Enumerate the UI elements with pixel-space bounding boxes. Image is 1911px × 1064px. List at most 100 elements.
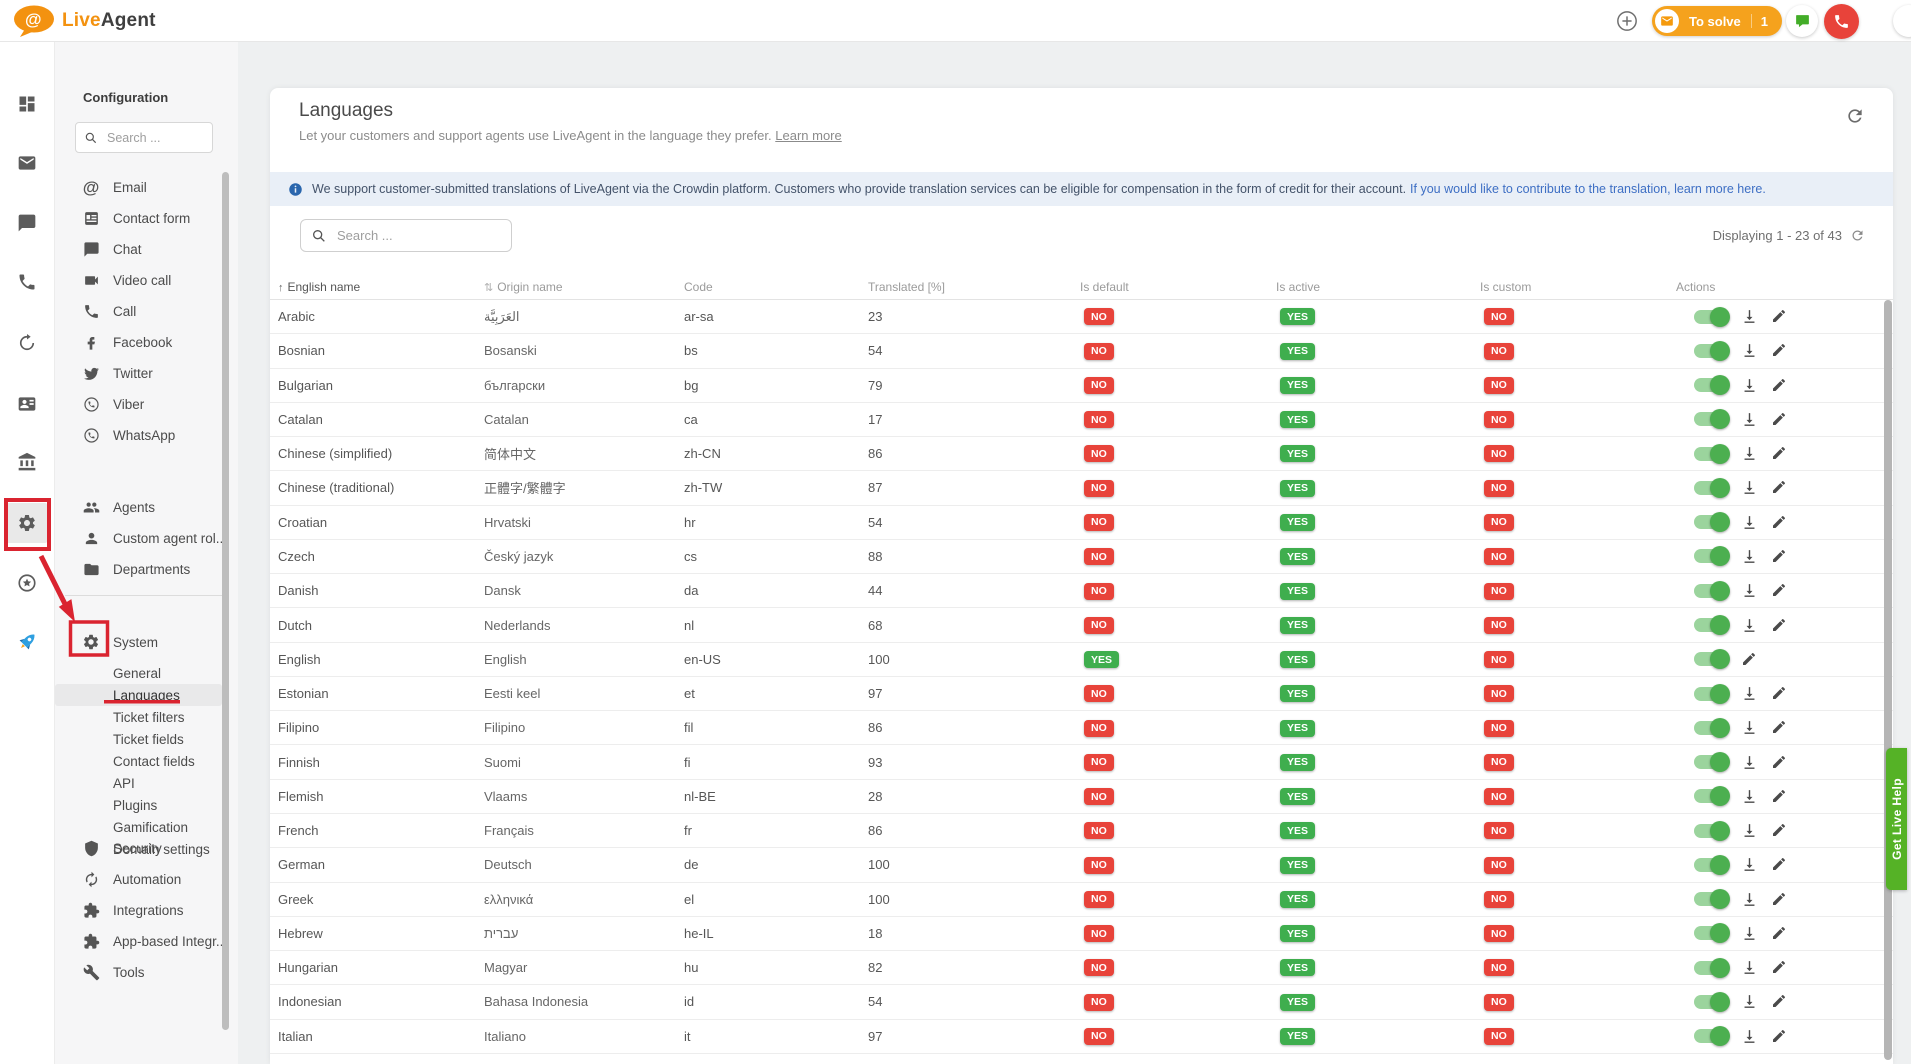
sidebar-item-twitter[interactable]: Twitter [55,358,238,389]
active-toggle[interactable] [1694,892,1728,906]
active-toggle[interactable] [1694,789,1728,803]
sidebar-scrollbar[interactable] [222,172,229,1030]
active-toggle[interactable] [1694,310,1728,324]
plus-circle-icon[interactable] [1616,10,1638,32]
active-toggle[interactable] [1694,344,1728,358]
edit-button[interactable] [1771,308,1788,325]
chat-status-button[interactable] [1786,5,1818,37]
active-toggle[interactable] [1694,412,1728,426]
learn-more-link[interactable]: Learn more [775,128,841,143]
edit-button[interactable] [1771,1028,1788,1045]
sidebar-item-api[interactable]: API [55,772,238,794]
sidebar-item-ticket-filters[interactable]: Ticket filters [55,706,238,728]
download-button[interactable] [1741,891,1758,908]
sidebar-item-viber[interactable]: Viber [55,389,238,420]
edit-button[interactable] [1771,411,1788,428]
download-button[interactable] [1741,685,1758,702]
sidebar-item-app-based-integr[interactable]: App-based Integr... [55,926,238,957]
phone-status-button[interactable] [1824,4,1859,39]
active-toggle[interactable] [1694,824,1728,838]
download-button[interactable] [1741,445,1758,462]
active-toggle[interactable] [1694,378,1728,392]
edit-button[interactable] [1771,856,1788,873]
active-toggle[interactable] [1694,447,1728,461]
to-solve-button[interactable]: To solve 1 [1652,6,1782,36]
download-button[interactable] [1741,856,1758,873]
rail-item-bank[interactable] [13,448,41,476]
refresh-icon[interactable] [1850,228,1865,243]
column-header-translated[interactable]: Translated [%] [868,280,1080,294]
sidebar-item-plugins[interactable]: Plugins [55,794,238,816]
sidebar-item-contact-form[interactable]: Contact form [55,203,238,234]
download-button[interactable] [1741,342,1758,359]
download-button[interactable] [1741,788,1758,805]
download-button[interactable] [1741,411,1758,428]
sidebar-item-integrations[interactable]: Integrations [55,895,238,926]
rail-item-rocket[interactable] [13,628,41,656]
rail-item-dashboard[interactable] [13,90,41,118]
download-button[interactable] [1741,479,1758,496]
edit-button[interactable] [1771,959,1788,976]
edit-button[interactable] [1771,685,1788,702]
edit-button[interactable] [1771,377,1788,394]
sidebar-item-whatsapp[interactable]: WhatsApp [55,420,238,451]
active-toggle[interactable] [1694,618,1728,632]
sidebar-search[interactable] [75,122,213,153]
partial-status-button[interactable] [1893,5,1911,37]
edit-button[interactable] [1771,891,1788,908]
active-toggle[interactable] [1694,755,1728,769]
download-button[interactable] [1741,548,1758,565]
sidebar-item-tools[interactable]: Tools [55,957,238,988]
sidebar-item-video-call[interactable]: Video call [55,265,238,296]
download-button[interactable] [1741,959,1758,976]
active-toggle[interactable] [1694,481,1728,495]
edit-button[interactable] [1771,617,1788,634]
banner-link[interactable]: If you would like to contribute to the t… [1410,182,1766,196]
download-button[interactable] [1741,308,1758,325]
edit-button[interactable] [1771,925,1788,942]
sidebar-item-custom-agent-rol[interactable]: Custom agent rol... [55,523,238,554]
sidebar-item-contact-fields[interactable]: Contact fields [55,750,238,772]
edit-button[interactable] [1771,822,1788,839]
sidebar-item-facebook[interactable]: Facebook [55,327,238,358]
download-button[interactable] [1741,514,1758,531]
active-toggle[interactable] [1694,652,1728,666]
sidebar-item-agents[interactable]: Agents [55,492,238,523]
download-button[interactable] [1741,719,1758,736]
sidebar-item-email[interactable]: @Email [55,172,238,203]
rail-item-phone[interactable] [13,268,41,296]
edit-button[interactable] [1771,754,1788,771]
sidebar-item-chat[interactable]: Chat [55,234,238,265]
edit-button[interactable] [1771,445,1788,462]
edit-button[interactable] [1771,342,1788,359]
edit-button[interactable] [1771,514,1788,531]
refresh-icon[interactable] [1845,106,1865,126]
sidebar-item-departments[interactable]: Departments [55,554,238,585]
edit-button[interactable] [1771,548,1788,565]
edit-button[interactable] [1771,788,1788,805]
active-toggle[interactable] [1694,721,1728,735]
sidebar-search-input[interactable] [105,130,204,146]
active-toggle[interactable] [1694,515,1728,529]
download-button[interactable] [1741,822,1758,839]
active-toggle[interactable] [1694,1029,1728,1043]
column-header-origin-name[interactable]: ⇅Origin name [484,280,684,294]
active-toggle[interactable] [1694,961,1728,975]
sidebar-item-languages[interactable]: Languages [55,684,222,706]
column-header-english-name[interactable]: ↑English name [278,280,484,294]
download-button[interactable] [1741,993,1758,1010]
sidebar-item-ticket-fields[interactable]: Ticket fields [55,728,238,750]
sidebar-item-security[interactable]: Security [55,833,238,864]
download-button[interactable] [1741,1028,1758,1045]
table-search-input[interactable] [335,227,501,244]
active-toggle[interactable] [1694,858,1728,872]
active-toggle[interactable] [1694,584,1728,598]
download-button[interactable] [1741,925,1758,942]
edit-button[interactable] [1771,479,1788,496]
table-scrollbar[interactable] [1884,300,1892,1060]
download-button[interactable] [1741,582,1758,599]
sidebar-item-automation[interactable]: Automation [55,864,238,895]
column-header-code[interactable]: Code [684,280,868,294]
download-button[interactable] [1741,754,1758,771]
rail-item-chat-bubble[interactable] [13,209,41,237]
